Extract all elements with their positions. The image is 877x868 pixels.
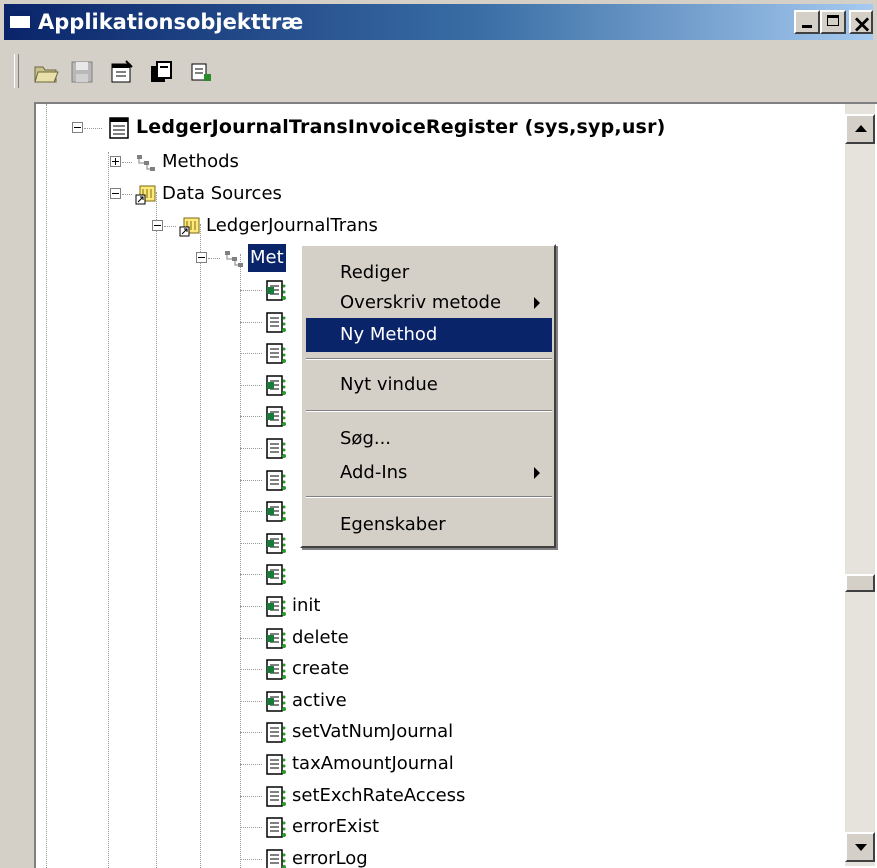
method-icon — [264, 311, 288, 335]
menu-item-label: Overskriv metode — [340, 292, 502, 313]
menu-item-label: Egenskaber — [340, 514, 446, 535]
copy-icon[interactable] — [148, 58, 176, 86]
menu-separator — [306, 358, 552, 360]
menu-item-egenskaber[interactable]: Egenskaber — [306, 508, 552, 542]
method-node[interactable]: setVatNumJournal — [264, 718, 564, 746]
menu-separator — [306, 496, 552, 498]
method-icon — [264, 721, 288, 745]
close-button[interactable] — [849, 6, 873, 42]
method-overridden-icon — [264, 279, 288, 303]
properties-icon[interactable] — [108, 58, 136, 86]
method-icon — [264, 848, 288, 868]
method-node[interactable]: taxAmountJournal — [264, 750, 564, 778]
methods-icon — [222, 247, 246, 271]
method-icon — [264, 753, 288, 777]
methods-expand-toggle[interactable] — [110, 156, 121, 167]
method-overridden-icon — [264, 627, 288, 651]
method-overridden-icon — [264, 595, 288, 619]
toolbar — [4, 48, 873, 96]
vertical-scrollbar[interactable] — [845, 104, 875, 866]
method-icon — [264, 816, 288, 840]
menu-item-label: Ny Method — [340, 324, 438, 345]
method-node[interactable] — [264, 560, 564, 588]
method-label: errorLog — [292, 847, 368, 868]
method-label: create — [292, 658, 350, 680]
datasource-collapse-toggle[interactable] — [152, 220, 163, 231]
methods-node[interactable]: Methods — [134, 148, 334, 176]
menu-separator — [306, 410, 552, 412]
menu-item-add-ins[interactable]: Add-Ins — [306, 456, 552, 490]
submenu-arrow-icon — [534, 297, 540, 309]
scroll-thumb[interactable] — [845, 574, 875, 592]
form-node-label: LedgerJournalTransInvoiceRegister (sys,s… — [136, 116, 666, 138]
menu-item-overskriv-metode[interactable]: Overskriv metode — [306, 286, 552, 320]
data-sources-icon — [134, 183, 158, 207]
method-overridden-icon — [264, 405, 288, 429]
method-label: active — [292, 689, 347, 711]
method-label: init — [292, 595, 321, 616]
form-node[interactable]: LedgerJournalTransInvoiceRegister (sys,s… — [108, 113, 728, 141]
datasource-label: LedgerJournalTrans — [206, 215, 378, 236]
method-label: setVatNumJournal — [292, 721, 454, 743]
menu-item-label: Add-Ins — [340, 462, 408, 483]
application-object-tree-window: Applikationsobjekttræ × LedgerJournalTra… — [0, 0, 877, 868]
data-sources-collapse-toggle[interactable] — [110, 188, 121, 199]
method-node[interactable]: active — [264, 687, 564, 715]
menu-item-soeg[interactable]: Søg... — [306, 422, 552, 456]
method-label: delete — [292, 626, 349, 648]
method-overridden-icon — [264, 500, 288, 524]
submenu-arrow-icon — [534, 467, 540, 479]
method-overridden-icon — [264, 658, 288, 682]
compile-icon[interactable] — [188, 58, 216, 86]
save-icon[interactable] — [68, 58, 96, 86]
method-overridden-icon — [264, 532, 288, 556]
datasource-node[interactable]: LedgerJournalTrans — [178, 212, 438, 240]
method-node[interactable]: setExchRateAccess — [264, 782, 564, 810]
method-icon — [264, 342, 288, 366]
method-node[interactable]: errorExist — [264, 813, 564, 841]
method-icon — [264, 785, 288, 809]
method-icon — [264, 469, 288, 493]
method-node[interactable]: delete — [264, 624, 564, 652]
method-node[interactable]: errorLog — [264, 845, 564, 868]
form-icon — [108, 116, 132, 140]
method-overridden-icon — [264, 690, 288, 714]
scroll-down-button[interactable] — [845, 832, 875, 862]
methods-label: Methods — [162, 151, 239, 172]
method-label: setExchRateAccess — [292, 784, 466, 806]
root-collapse-toggle[interactable] — [72, 122, 83, 133]
method-icon — [264, 437, 288, 461]
method-overridden-icon — [264, 374, 288, 398]
data-sources-label: Data Sources — [162, 183, 282, 204]
menu-item-label: Rediger — [340, 262, 410, 283]
menu-item-label: Nyt vindue — [340, 374, 438, 395]
method-node[interactable]: init — [264, 592, 564, 620]
datasource-icon — [178, 215, 202, 239]
title-bar[interactable]: Applikationsobjekttræ — [4, 4, 873, 42]
context-menu: Rediger Overskriv metode Ny Method Nyt v… — [300, 244, 556, 548]
data-sources-node[interactable]: Data Sources — [134, 180, 354, 208]
method-label: taxAmountJournal — [292, 753, 454, 774]
ds-methods-label: Met — [248, 244, 286, 272]
method-node[interactable]: create — [264, 655, 564, 683]
menu-item-rediger[interactable]: Rediger — [306, 256, 552, 290]
window-icon — [9, 11, 31, 29]
method-overridden-icon — [264, 563, 288, 587]
toolbar-grip[interactable] — [14, 54, 19, 88]
menu-item-nyt-vindue[interactable]: Nyt vindue — [306, 368, 552, 402]
menu-item-label: Søg... — [340, 428, 392, 449]
methods-icon — [134, 151, 158, 175]
window-title: Applikationsobjekttræ — [38, 10, 304, 34]
open-icon[interactable] — [32, 58, 60, 86]
scroll-up-button[interactable] — [845, 114, 875, 144]
maximize-button[interactable] — [820, 10, 846, 34]
ds-methods-collapse-toggle[interactable] — [196, 252, 207, 263]
minimize-button[interactable] — [794, 10, 820, 34]
menu-item-ny-method[interactable]: Ny Method — [306, 318, 552, 352]
method-label: errorExist — [292, 816, 380, 838]
